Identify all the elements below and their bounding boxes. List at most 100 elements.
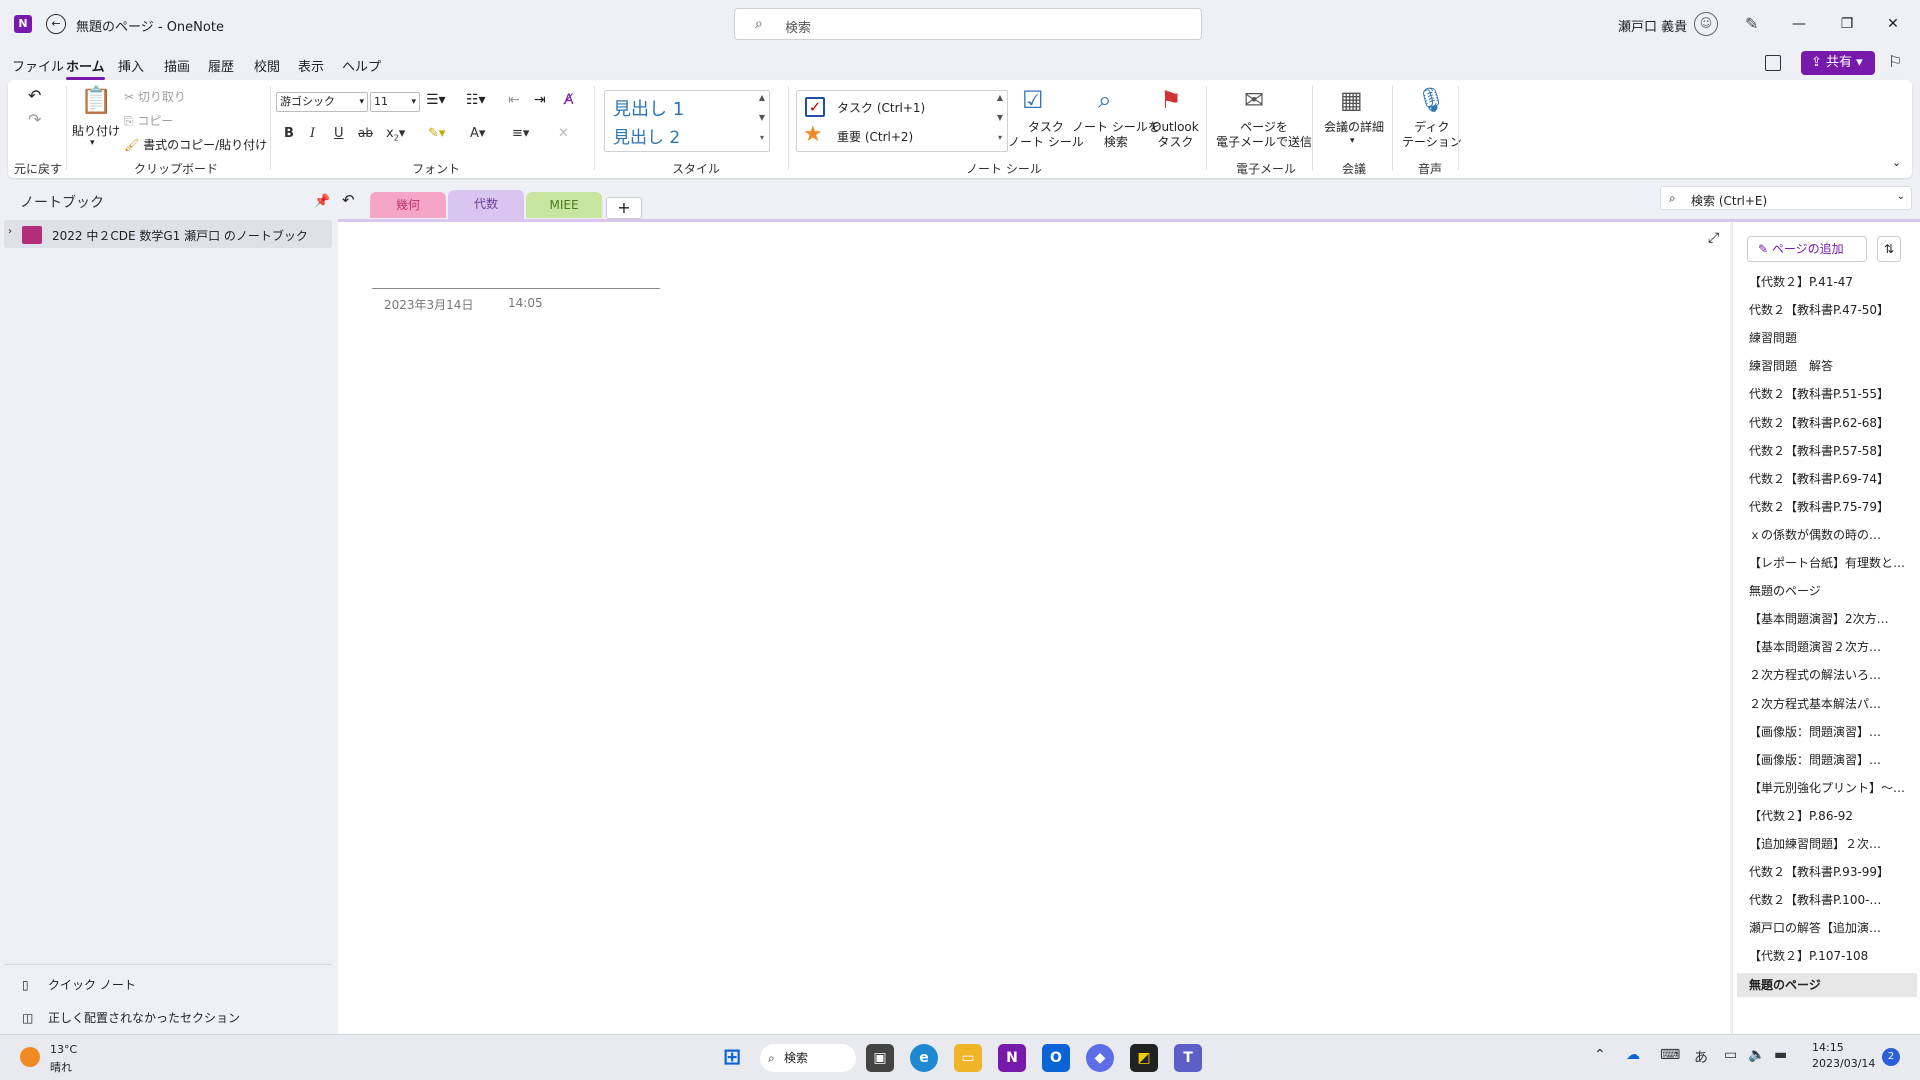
restore-button[interactable]: ❐ bbox=[1824, 10, 1870, 38]
section-tab-geometry[interactable]: 幾何 bbox=[370, 192, 446, 218]
paste-dropdown-icon[interactable]: ▾ bbox=[90, 138, 95, 148]
close-button[interactable]: ✕ bbox=[1870, 10, 1916, 38]
sort-icon[interactable]: ⇅ bbox=[1877, 236, 1901, 262]
page-list-item[interactable]: 代数２【教科書P.51-55】 bbox=[1737, 382, 1917, 406]
important-tag[interactable]: 重要 (Ctrl+2) bbox=[837, 128, 913, 145]
page-list-item[interactable]: 瀬戸口の解答【追加演… bbox=[1737, 916, 1917, 940]
page-list-item[interactable]: 無題のページ bbox=[1737, 579, 1917, 603]
add-section-button[interactable]: + bbox=[606, 197, 642, 219]
highlight-icon[interactable]: ✎▾ bbox=[428, 126, 445, 141]
minimize-button[interactable]: — bbox=[1776, 10, 1822, 38]
edge-icon[interactable]: e bbox=[910, 1044, 938, 1072]
tab-view[interactable]: 表示 bbox=[298, 56, 324, 75]
font-size-dropdown[interactable]: 11 ▾ bbox=[370, 92, 420, 112]
calendar-icon[interactable]: ▦ bbox=[1340, 86, 1363, 114]
page-list-item[interactable]: 【代数２】P.86-92 bbox=[1737, 804, 1917, 828]
collapse-ribbon-icon[interactable]: ⌄ bbox=[1892, 156, 1901, 169]
tab-home[interactable]: ホーム bbox=[66, 56, 105, 80]
user-avatar-icon[interactable]: ☺ bbox=[1694, 12, 1718, 36]
sun-icon[interactable] bbox=[20, 1047, 40, 1067]
pen-icon[interactable]: ✎ bbox=[1745, 14, 1758, 33]
increase-indent-icon[interactable]: ⇥ bbox=[534, 92, 546, 108]
chevron-right-icon[interactable]: › bbox=[8, 226, 12, 237]
page-list-item[interactable]: 【画像版：問題演習】… bbox=[1737, 748, 1917, 772]
format-painter-button[interactable]: 書式のコピー/貼り付け bbox=[143, 138, 267, 152]
sticky-notes-icon[interactable]: ◩ bbox=[1130, 1044, 1158, 1072]
page-list-item[interactable]: 【レポート台紙】有理数と… bbox=[1737, 551, 1917, 575]
quick-notes-item[interactable]: ▯ クイック ノート bbox=[22, 976, 136, 993]
cut-button[interactable]: 切り取り bbox=[138, 90, 186, 104]
page-list-item[interactable]: 代数２【教科書P.100-… bbox=[1737, 888, 1917, 912]
page-list-item[interactable]: ｘの係数が偶数の時の… bbox=[1737, 523, 1917, 547]
find-tags-button[interactable]: ノート シールを 検索 bbox=[1072, 120, 1160, 150]
pin-icon[interactable]: 📌 bbox=[314, 194, 330, 209]
share-button[interactable]: ⇪ 共有 ▾ bbox=[1801, 51, 1875, 75]
taskbar-search[interactable]: ⌕ 検索 bbox=[760, 1044, 856, 1072]
tab-insert[interactable]: 挿入 bbox=[118, 56, 144, 75]
tab-history[interactable]: 履歴 bbox=[208, 56, 234, 75]
onedrive-icon[interactable]: ☁ bbox=[1626, 1047, 1640, 1063]
notebook-item[interactable]: › 2022 中２CDE 数学G1 瀬戸口 のノートブック bbox=[4, 220, 332, 248]
paste-icon[interactable]: 📋 bbox=[80, 86, 112, 116]
clear-icon[interactable]: ✕ bbox=[558, 126, 569, 141]
page-list-item[interactable]: 代数２【教科書P.93-99】 bbox=[1737, 860, 1917, 884]
bullet-list-icon[interactable]: ☰▾ bbox=[426, 92, 446, 108]
page-list-item[interactable]: 【代数２】P.107-108 bbox=[1737, 944, 1917, 968]
notebook-search-box[interactable]: ⌕ 検索 (Ctrl+E) ⌄ bbox=[1660, 186, 1912, 210]
start-icon[interactable]: ⊞ bbox=[718, 1044, 746, 1072]
scroll-up-icon[interactable]: ▲ bbox=[755, 93, 769, 102]
undo-icon[interactable]: ↶ bbox=[28, 86, 41, 105]
page-list-item[interactable]: ２次方程式基本解法パ… bbox=[1737, 692, 1917, 716]
undo-navigation-icon[interactable]: ↶ bbox=[342, 191, 355, 209]
tab-file[interactable]: ファイル bbox=[12, 56, 64, 75]
page-list-item[interactable]: 代数２【教科書P.69-74】 bbox=[1737, 467, 1917, 491]
file-explorer-icon[interactable]: ▭ bbox=[954, 1044, 982, 1072]
battery-icon[interactable]: ▬ bbox=[1774, 1047, 1787, 1063]
add-page-button[interactable]: ✎ ページの追加 bbox=[1747, 236, 1867, 262]
page-list-item[interactable]: 【単元別強化プリント】〜… bbox=[1737, 776, 1917, 800]
page-list-item[interactable]: 代数２【教科書P.62-68】 bbox=[1737, 411, 1917, 435]
page-list-item[interactable]: 練習問題 解答 bbox=[1737, 354, 1917, 378]
feedback-icon[interactable]: ⚐ bbox=[1888, 52, 1902, 71]
paste-button[interactable]: 貼り付け bbox=[72, 122, 120, 139]
italic-button[interactable]: I bbox=[310, 126, 315, 141]
page-title-line[interactable] bbox=[372, 288, 660, 289]
notebook-view-icon[interactable] bbox=[1765, 55, 1781, 71]
font-color-icon[interactable]: A▾ bbox=[470, 126, 485, 141]
tab-draw[interactable]: 描画 bbox=[164, 56, 190, 75]
task-tag[interactable]: タスク (Ctrl+1) bbox=[837, 99, 925, 116]
weather-temp[interactable]: 13°C bbox=[50, 1043, 77, 1056]
scroll-up-icon[interactable]: ▲ bbox=[993, 93, 1007, 102]
flag-icon[interactable]: ⚑ bbox=[1160, 86, 1182, 114]
onenote-taskbar-icon[interactable]: N bbox=[998, 1044, 1026, 1072]
find-tags-icon[interactable]: ⌕ bbox=[1098, 86, 1111, 114]
font-name-dropdown[interactable]: 游ゴシック ▾ bbox=[276, 92, 368, 112]
bold-button[interactable]: B bbox=[284, 126, 294, 141]
teams-icon[interactable]: T bbox=[1174, 1044, 1202, 1072]
ime-indicator[interactable]: あ bbox=[1694, 1047, 1708, 1067]
email-icon[interactable]: ✉ bbox=[1244, 86, 1264, 114]
chevron-up-icon[interactable]: ⌃ bbox=[1594, 1047, 1606, 1063]
section-tab-algebra[interactable]: 代数 bbox=[448, 190, 524, 220]
more-tags-icon[interactable]: ▾ bbox=[993, 133, 1007, 142]
volume-icon[interactable]: 🔈 bbox=[1748, 1047, 1765, 1063]
user-name[interactable]: 瀬戸口 義貴 bbox=[1618, 16, 1687, 35]
page-list-item[interactable]: 代数２【教科書P.75-79】 bbox=[1737, 495, 1917, 519]
back-button[interactable]: ← bbox=[46, 14, 66, 34]
more-styles-icon[interactable]: ▾ bbox=[755, 133, 769, 142]
page-list-item[interactable]: 【追加練習問題】２次… bbox=[1737, 832, 1917, 856]
decrease-indent-icon[interactable]: ⇤ bbox=[508, 92, 520, 108]
heading1-style[interactable]: 見出し 1 bbox=[613, 95, 684, 121]
page-list-item[interactable]: 【基本問題演習】2次方… bbox=[1737, 607, 1917, 631]
numbered-list-icon[interactable]: ☷▾ bbox=[466, 92, 486, 108]
page-list-item[interactable]: 【代数２】P.41-47 bbox=[1737, 270, 1917, 294]
page-list-item[interactable]: 【画像版：問題演習】… bbox=[1737, 720, 1917, 744]
copy-button[interactable]: コピー bbox=[137, 114, 173, 128]
tags-gallery[interactable]: ✓ タスク (Ctrl+1) ★ 重要 (Ctrl+2) ▲ ▼ ▾ bbox=[796, 90, 1008, 152]
scroll-down-icon[interactable]: ▼ bbox=[755, 113, 769, 122]
todo-tag-icon[interactable]: ☑ bbox=[1022, 86, 1044, 114]
dictate-button[interactable]: ディク テーション bbox=[1402, 120, 1462, 150]
page-list-item[interactable]: ２次方程式の解法いろ… bbox=[1737, 663, 1917, 687]
outlook-icon[interactable]: O bbox=[1042, 1044, 1070, 1072]
clear-format-icon[interactable]: A̸ bbox=[564, 92, 574, 108]
